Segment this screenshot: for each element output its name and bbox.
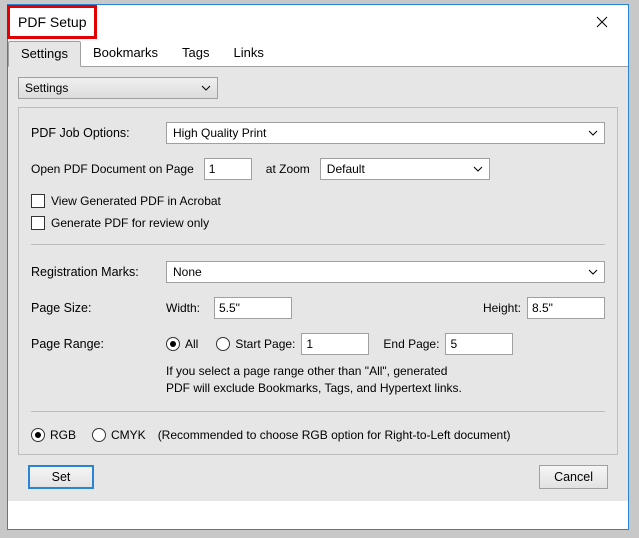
settings-panel: Settings PDF Job Options: High Quality P… [8,67,628,501]
tab-links[interactable]: Links [221,41,275,66]
cmyk-radio[interactable] [92,428,106,442]
height-label: Height: [483,301,521,315]
tab-bar: Settings Bookmarks Tags Links [8,41,628,67]
reg-marks-value: None [173,265,202,279]
range-all-radio[interactable] [166,337,180,351]
cancel-button[interactable]: Cancel [539,465,608,489]
open-page-label: Open PDF Document on Page [31,162,194,176]
settings-subtab-select[interactable]: Settings [18,77,218,99]
end-page-label: End Page: [383,337,439,351]
rgb-radio[interactable] [31,428,45,442]
open-page-input[interactable] [204,158,252,180]
range-all-label: All [185,337,198,351]
height-input[interactable] [527,297,605,319]
titlebar: PDF Setup [8,5,628,39]
zoom-value: Default [327,162,365,176]
reg-marks-select[interactable]: None [166,261,605,283]
rgb-label: RGB [50,428,76,442]
job-options-label: PDF Job Options: [31,126,166,140]
review-only-checkbox[interactable] [31,216,45,230]
page-range-label: Page Range: [31,337,166,351]
chevron-down-icon [588,269,598,275]
view-acrobat-label: View Generated PDF in Acrobat [51,194,221,208]
tab-settings[interactable]: Settings [8,41,81,67]
reg-marks-label: Registration Marks: [31,265,166,279]
at-zoom-label: at Zoom [266,162,310,176]
chevron-down-icon [473,166,483,172]
set-button[interactable]: Set [28,465,94,489]
window-title: PDF Setup [7,5,97,39]
tab-tags[interactable]: Tags [170,41,221,66]
view-acrobat-checkbox[interactable] [31,194,45,208]
end-page-input[interactable] [445,333,513,355]
start-page-input[interactable] [301,333,369,355]
color-note: (Recommended to choose RGB option for Ri… [158,428,511,442]
divider [31,411,605,412]
dialog-footer: Set Cancel [18,455,618,489]
chevron-down-icon [201,85,211,91]
range-note-2: PDF will exclude Bookmarks, Tags, and Hy… [166,380,605,397]
width-label: Width: [166,301,214,315]
range-start-radio[interactable] [216,337,230,351]
settings-subtab-value: Settings [25,81,68,95]
page-size-label: Page Size: [31,301,166,315]
review-only-label: Generate PDF for review only [51,216,209,230]
job-options-select[interactable]: High Quality Print [166,122,605,144]
zoom-select[interactable]: Default [320,158,490,180]
close-icon [596,16,608,28]
settings-inner: PDF Job Options: High Quality Print Open… [18,107,618,455]
width-input[interactable] [214,297,292,319]
tab-bookmarks[interactable]: Bookmarks [81,41,170,66]
range-note-1: If you select a page range other than "A… [166,363,605,380]
cmyk-label: CMYK [111,428,146,442]
start-page-label: Start Page: [235,337,295,351]
divider [31,244,605,245]
close-button[interactable] [582,8,622,36]
job-options-value: High Quality Print [173,126,266,140]
pdf-setup-dialog: PDF Setup Settings Bookmarks Tags Links … [7,4,629,530]
chevron-down-icon [588,130,598,136]
